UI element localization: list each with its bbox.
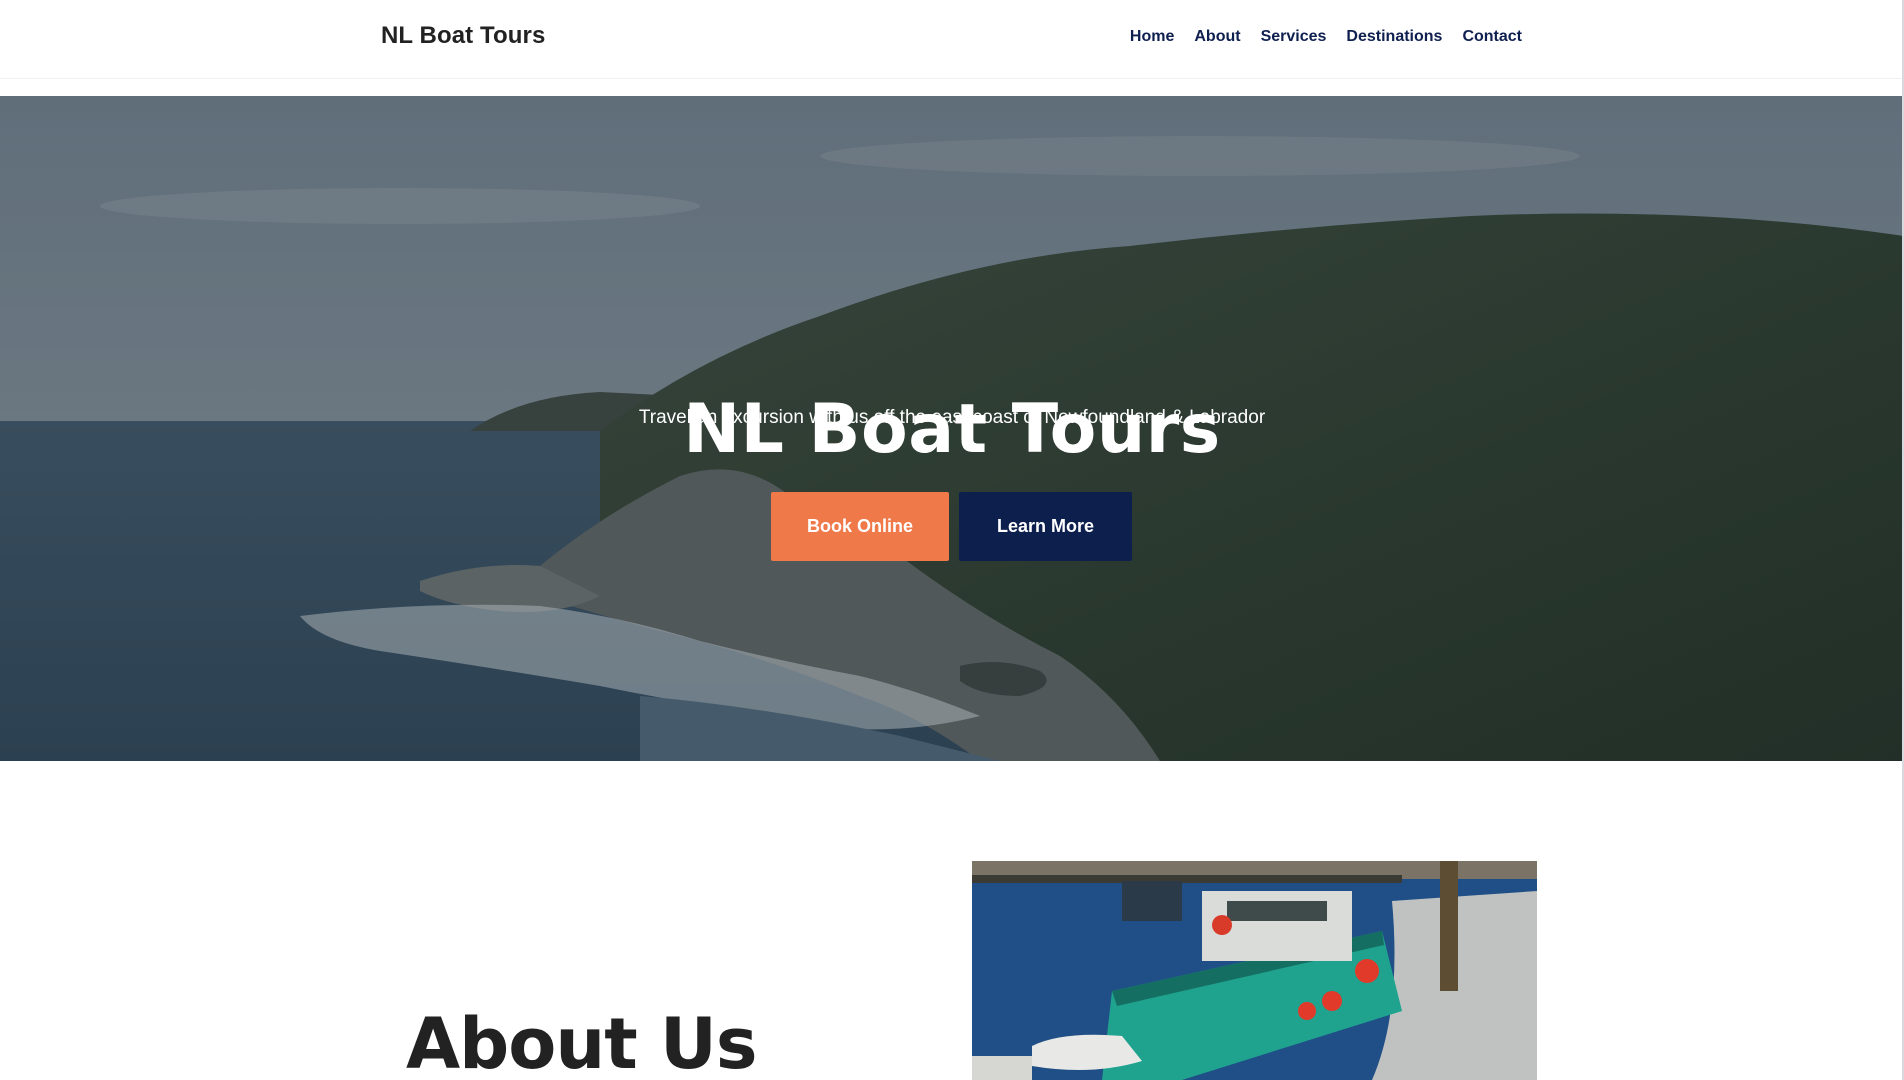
- nav-about[interactable]: About: [1194, 28, 1240, 46]
- site-header: NL Boat Tours Home About Services Destin…: [0, 0, 1904, 79]
- harbour-boat-photo: [972, 861, 1537, 1080]
- nav-destinations[interactable]: Destinations: [1346, 28, 1442, 46]
- about-us-heading: About Us: [406, 1003, 758, 1080]
- book-online-button[interactable]: Book Online: [771, 492, 949, 561]
- main-nav: Home About Services Destinations Contact: [1130, 28, 1522, 46]
- hero-section: NL Boat Tours Travel an excursion with u…: [0, 96, 1904, 761]
- nav-services[interactable]: Services: [1261, 28, 1327, 46]
- nav-home[interactable]: Home: [1130, 28, 1174, 46]
- site-brand[interactable]: NL Boat Tours: [381, 22, 545, 50]
- hero-title: NL Boat Tours: [683, 390, 1221, 469]
- hero-subtitle: Travel an excursion with us off the east…: [638, 407, 1266, 428]
- learn-more-button[interactable]: Learn More: [959, 492, 1132, 561]
- nav-contact[interactable]: Contact: [1462, 28, 1522, 46]
